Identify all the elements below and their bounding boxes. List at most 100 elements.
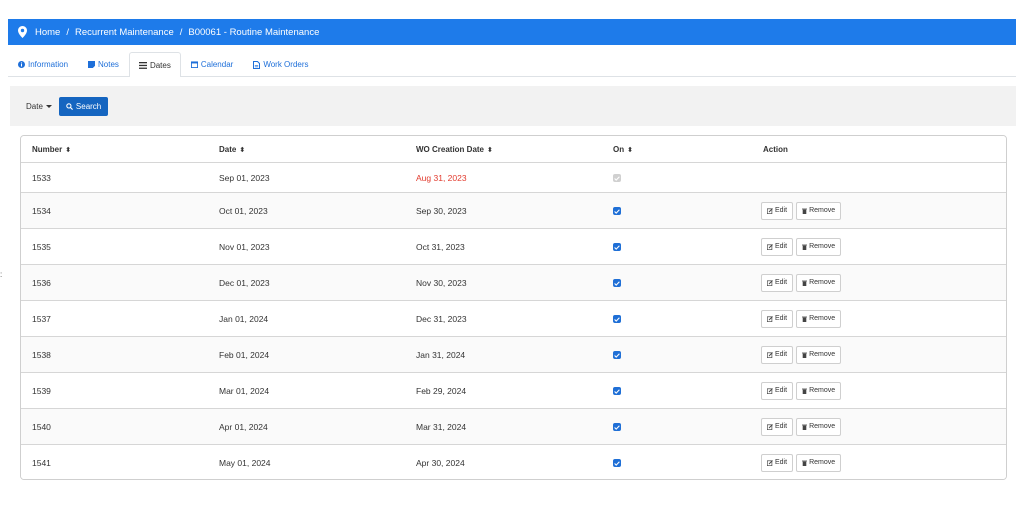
on-checkbox[interactable] bbox=[613, 351, 621, 359]
remove-label: Remove bbox=[809, 243, 836, 250]
edit-label: Edit bbox=[775, 279, 788, 286]
row-actions: Edit Remove bbox=[761, 309, 1006, 328]
trash-icon bbox=[802, 460, 808, 466]
remove-button[interactable]: Remove bbox=[796, 381, 842, 400]
edit-button[interactable]: Edit bbox=[761, 417, 794, 436]
column-header-on[interactable]: On ⬍ bbox=[613, 145, 761, 154]
row-date: Feb 01, 2024 bbox=[219, 349, 270, 360]
edit-button[interactable]: Edit bbox=[761, 273, 794, 292]
row-on-cell bbox=[613, 386, 761, 396]
row-date: May 01, 2024 bbox=[219, 457, 271, 468]
trash-icon bbox=[802, 280, 808, 286]
edit-label: Edit bbox=[775, 423, 788, 430]
row-number: 1535 bbox=[32, 241, 51, 252]
date-filter-label: Date bbox=[26, 101, 43, 111]
tab-information[interactable]: Information bbox=[8, 52, 78, 76]
tab-work-orders[interactable]: Work Orders bbox=[243, 52, 318, 76]
breadcrumb-home[interactable]: Home bbox=[35, 27, 60, 38]
note-icon bbox=[88, 61, 96, 68]
edit-button[interactable]: Edit bbox=[761, 201, 794, 220]
edit-icon bbox=[767, 459, 773, 466]
column-header-action: Action bbox=[763, 144, 788, 154]
remove-button[interactable]: Remove bbox=[796, 273, 842, 292]
remove-button[interactable]: Remove bbox=[796, 453, 842, 472]
row-wo-creation-date: Aug 31, 2023 bbox=[416, 172, 467, 183]
table-row: 1535 Nov 01, 2023 Oct 31, 2023 Edit Remove bbox=[21, 229, 1006, 265]
row-on-cell bbox=[613, 173, 761, 183]
tab-bar: Information Notes Dates Calendar Work Or… bbox=[8, 52, 1016, 77]
remove-label: Remove bbox=[809, 351, 836, 358]
on-checkbox[interactable] bbox=[613, 207, 621, 215]
row-number: 1538 bbox=[32, 349, 51, 360]
row-on-cell bbox=[613, 458, 761, 468]
remove-button[interactable]: Remove bbox=[796, 345, 842, 364]
row-wo-creation-date: Oct 31, 2023 bbox=[416, 241, 465, 252]
tab-dates[interactable]: Dates bbox=[128, 52, 181, 77]
edit-button[interactable]: Edit bbox=[761, 309, 794, 328]
trash-icon bbox=[802, 424, 808, 430]
search-button[interactable]: Search bbox=[58, 96, 109, 116]
calendar-icon bbox=[190, 61, 198, 68]
row-wo-creation-date: Mar 31, 2024 bbox=[416, 421, 467, 432]
table-row: 1537 Jan 01, 2024 Dec 31, 2023 Edit Remove bbox=[21, 301, 1006, 337]
on-checkbox[interactable] bbox=[613, 387, 621, 395]
row-actions: Edit Remove bbox=[761, 345, 1006, 364]
row-actions: Edit Remove bbox=[761, 417, 1006, 436]
breadcrumb-recurrent-maintenance[interactable]: Recurrent Maintenance bbox=[75, 27, 174, 38]
edit-icon bbox=[767, 387, 773, 394]
table-row: 1538 Feb 01, 2024 Jan 31, 2024 Edit Remove bbox=[21, 337, 1006, 373]
on-checkbox[interactable] bbox=[613, 423, 621, 431]
tab-notes[interactable]: Notes bbox=[78, 52, 129, 76]
table-row: 1533 Sep 01, 2023 Aug 31, 2023 bbox=[21, 163, 1006, 193]
breadcrumb-current: B00061 - Routine Maintenance bbox=[188, 26, 320, 38]
remove-button[interactable]: Remove bbox=[796, 237, 842, 256]
edit-button[interactable]: Edit bbox=[761, 345, 794, 364]
on-checkbox[interactable] bbox=[613, 279, 621, 287]
tab-calendar[interactable]: Calendar bbox=[181, 52, 243, 76]
remove-button[interactable]: Remove bbox=[796, 201, 842, 220]
edit-icon bbox=[767, 315, 773, 322]
column-header-date[interactable]: Date ⬍ bbox=[219, 145, 416, 154]
search-label: Search bbox=[75, 101, 102, 111]
row-wo-creation-date: Feb 29, 2024 bbox=[416, 385, 467, 396]
info-icon bbox=[18, 61, 25, 68]
on-checkbox[interactable] bbox=[613, 459, 621, 467]
remove-button[interactable]: Remove bbox=[796, 309, 842, 328]
edit-button[interactable]: Edit bbox=[761, 381, 794, 400]
remove-label: Remove bbox=[809, 279, 836, 286]
date-filter-dropdown[interactable]: Date bbox=[26, 102, 52, 111]
row-on-cell bbox=[613, 314, 761, 324]
remove-label: Remove bbox=[809, 207, 836, 214]
table-row: 1541 May 01, 2024 Apr 30, 2024 Edit Remove bbox=[21, 445, 1006, 479]
row-on-cell bbox=[613, 278, 761, 288]
list-icon bbox=[138, 61, 147, 69]
table-body: 1533 Sep 01, 2023 Aug 31, 2023 1534 Oct 01, … bbox=[21, 163, 1006, 479]
dates-table: Number ⬍ Date ⬍ WO Creation Date ⬍ On ⬍ Acti… bbox=[20, 135, 1007, 480]
remove-label: Remove bbox=[809, 459, 836, 466]
row-wo-creation-date: Apr 30, 2024 bbox=[416, 457, 465, 468]
edit-button[interactable]: Edit bbox=[761, 453, 794, 472]
tab-label: Calendar bbox=[200, 60, 234, 69]
remove-label: Remove bbox=[809, 387, 836, 394]
edit-label: Edit bbox=[775, 315, 788, 322]
column-header-wo-creation-date[interactable]: WO Creation Date ⬍ bbox=[416, 145, 613, 154]
column-header-number[interactable]: Number ⬍ bbox=[21, 145, 219, 154]
row-on-cell bbox=[613, 422, 761, 432]
edit-button[interactable]: Edit bbox=[761, 237, 794, 256]
edit-icon bbox=[767, 207, 773, 214]
on-checkbox[interactable] bbox=[613, 315, 621, 323]
edit-label: Edit bbox=[775, 387, 788, 394]
row-number: 1534 bbox=[32, 205, 51, 216]
row-on-cell bbox=[613, 242, 761, 252]
remove-button[interactable]: Remove bbox=[796, 417, 842, 436]
row-wo-creation-date: Nov 30, 2023 bbox=[416, 277, 467, 288]
on-checkbox[interactable] bbox=[613, 243, 621, 251]
sort-icon: ⬍ bbox=[65, 146, 72, 154]
row-actions: Edit Remove bbox=[761, 201, 1006, 220]
edit-label: Edit bbox=[775, 459, 788, 466]
row-date: Nov 01, 2023 bbox=[219, 241, 270, 252]
row-date: Jan 01, 2024 bbox=[219, 313, 269, 324]
on-checkbox bbox=[613, 174, 621, 182]
file-icon bbox=[253, 60, 261, 69]
row-number: 1536 bbox=[32, 277, 51, 288]
